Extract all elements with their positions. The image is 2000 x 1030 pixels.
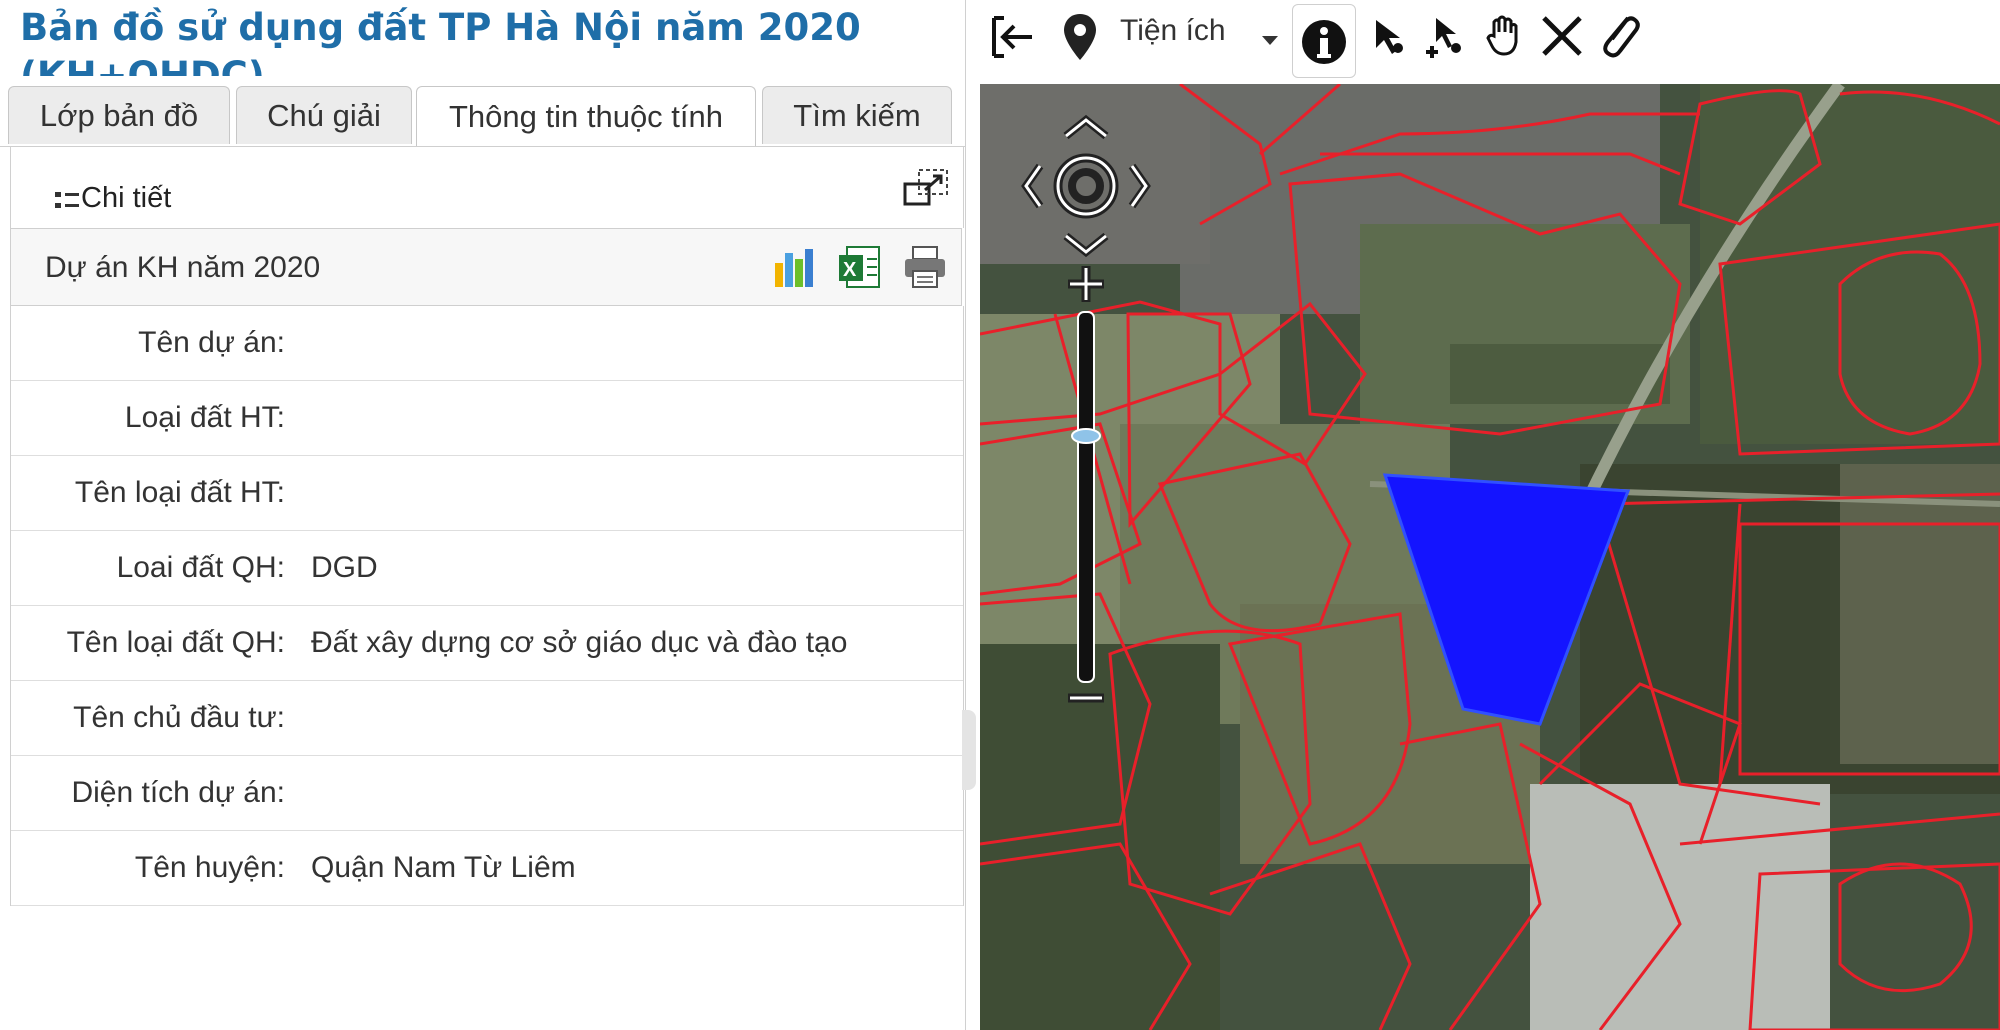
select-add-icon[interactable] (1426, 16, 1466, 60)
attribute-row: Diện tích dự án: (11, 756, 963, 831)
tab-label: Thông tin thuộc tính (448, 98, 724, 134)
attribute-label: Tên chủ đầu tư: (73, 701, 285, 734)
print-icon[interactable] (903, 245, 947, 289)
attribute-row: Loai đất QH: DGD (11, 531, 963, 606)
project-header: Dự án KH năm 2020 X (10, 228, 962, 306)
exit-icon[interactable] (990, 12, 1036, 62)
attribute-label: Tên huyện: (134, 851, 285, 884)
page-title-line2: (KH+QHDC) (20, 54, 265, 76)
left-panel: Bản đồ sử dụng đất TP Hà Nội năm 2020 (K… (0, 0, 966, 1030)
detail-label[interactable]: Chi tiết (81, 182, 171, 215)
info-button[interactable] (1292, 4, 1356, 78)
tab-label: Chú giải (267, 97, 381, 133)
attribute-row: Tên huyện: Quận Nam Từ Liêm (11, 831, 963, 906)
attribute-value: Đất xây dựng cơ sở giáo dục và đào tạo (311, 626, 848, 659)
tab-bar: Lớp bản đồ Chú giải Thông tin thuộc tính… (0, 76, 965, 147)
page-title: Bản đồ sử dụng đất TP Hà Nội năm 2020 (K… (20, 4, 940, 76)
attribute-value: Quận Nam Từ Liêm (311, 851, 576, 884)
attribute-row: Tên dự án: (11, 306, 963, 381)
paperclip-icon[interactable] (1598, 10, 1642, 60)
map-toolbar: Tiện ích (980, 0, 2000, 85)
chart-icon[interactable] (771, 245, 815, 289)
close-icon[interactable] (1540, 14, 1584, 58)
map-view[interactable] (980, 84, 2000, 1030)
utilities-menu[interactable]: Tiện ích (1120, 14, 1226, 48)
project-actions: X (771, 245, 947, 289)
project-title: Dự án KH năm 2020 (45, 251, 321, 284)
tab-search[interactable]: Tìm kiếm (762, 86, 952, 144)
list-detail-icon (55, 192, 79, 208)
panel-collapse-handle[interactable] (962, 710, 976, 790)
attribute-label: Loai đất QH: (116, 551, 285, 584)
tab-attributes[interactable]: Thông tin thuộc tính (416, 86, 756, 146)
page-title-line1: Bản đồ sử dụng đất TP Hà Nội năm 2020 (20, 6, 861, 49)
tab-label: Lớp bản đồ (39, 97, 199, 133)
attribute-row: Loại đất HT: (11, 381, 963, 456)
attribute-label: Tên dự án: (138, 326, 285, 359)
chevron-down-icon[interactable] (1262, 36, 1278, 46)
attribute-row: Tên loại đất QH: Đất xây dựng cơ sở giáo … (11, 606, 963, 681)
attribute-row: Tên loại đất HT: (11, 456, 963, 531)
location-pin-icon[interactable] (1062, 12, 1098, 62)
attribute-table: Tên dự án: Loại đất HT: Tên loại đất HT:… (10, 306, 964, 906)
excel-icon[interactable]: X (837, 245, 881, 289)
tab-legend[interactable]: Chú giải (236, 86, 412, 144)
attribute-value: DGD (311, 551, 378, 584)
svg-text:X: X (843, 259, 857, 281)
info-icon (1302, 20, 1346, 64)
zoom-slider-handle[interactable] (1071, 428, 1101, 444)
map-navigation-control[interactable] (1016, 106, 1156, 726)
attribute-row: Tên chủ đầu tư: (11, 681, 963, 756)
hand-icon[interactable] (1486, 14, 1522, 58)
tab-map-layers[interactable]: Lớp bản đồ (8, 86, 230, 144)
attribute-label: Loại đất HT: (124, 401, 285, 434)
detail-bar: Chi tiết (10, 146, 964, 228)
attribute-label: Diện tích dự án: (71, 776, 285, 809)
tab-label: Tìm kiếm (793, 97, 921, 133)
attribute-label: Tên loại đất HT: (74, 476, 285, 509)
expand-icon[interactable] (903, 168, 949, 208)
select-arrow-icon[interactable] (1372, 18, 1408, 58)
attribute-label: Tên loại đất QH: (66, 626, 285, 659)
